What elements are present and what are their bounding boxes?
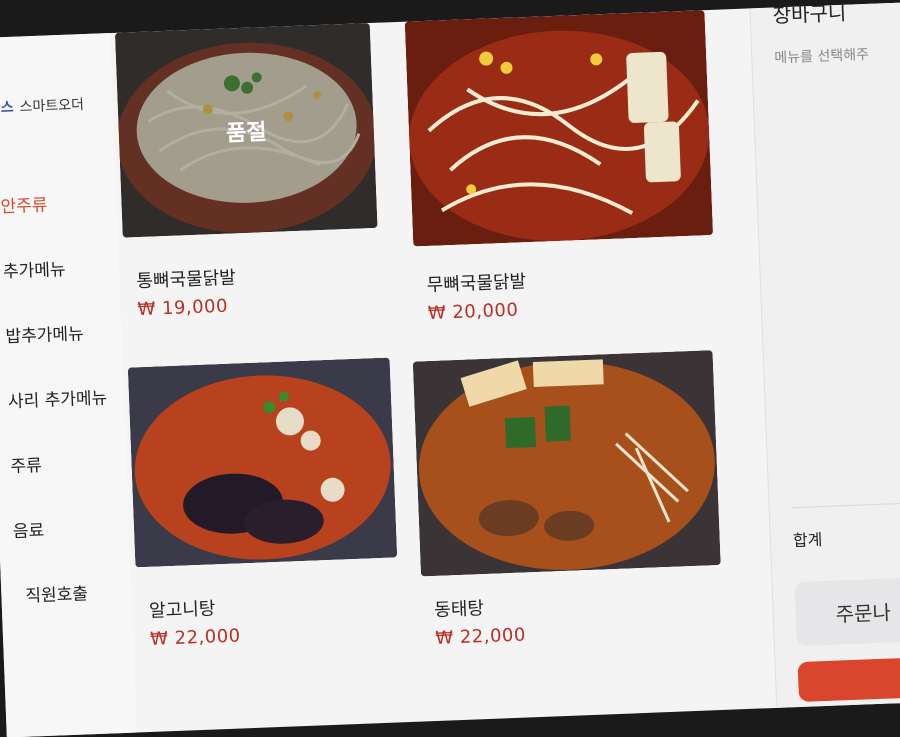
category-rice-extra[interactable]: 밥추가메뉴 [5,319,84,347]
cart-title: 장바구니 [772,0,847,28]
menu-image [127,357,398,568]
menu-price: ₩ 22,000 [149,625,242,650]
order-button-label: 주문나 [835,599,892,627]
menu-name: 동태탕 [433,598,485,621]
confirm-order-button[interactable] [797,653,900,703]
food-photo-icon [404,10,714,247]
menu-image [412,350,721,577]
menu-price: ₩ 22,000 [434,624,527,649]
order-button[interactable]: 주문나 [794,573,900,647]
category-alcohol[interactable]: 주류 [10,451,42,477]
menu-price: ₩ 20,000 [427,299,519,325]
food-photo-icon [127,357,398,568]
menu-name: 통뼈국물닭발 [136,267,237,293]
menu-card[interactable]: 품절 통뼈국물닭발 ₩ 19,000 [114,22,396,321]
category-drinks[interactable]: 음료 [12,516,45,542]
category-sidebar: 스 스마트오더 안주류 추가메뉴 밥추가메뉴 사리 추가메뉴 주류 음료 직원호출 [0,33,137,737]
kiosk-screen: 스 스마트오더 안주류 추가메뉴 밥추가메뉴 사리 추가메뉴 주류 음료 직원호출 [0,0,900,737]
cart-hint: 메뉴를 선택해주 [774,46,870,67]
brand: 스 스마트오더 [0,94,84,117]
category-sari-extra[interactable]: 사리 추가메뉴 [7,383,108,412]
menu-name: 알고니탕 [148,598,216,622]
category-call-staff[interactable]: 직원호출 [25,579,88,606]
menu-price: ₩ 19,000 [137,295,229,321]
menu-image [404,10,714,247]
menu-name: 무뼈국물닭발 [426,271,527,297]
category-anju[interactable]: 안주류 [0,191,48,218]
category-extra-menu[interactable]: 추가메뉴 [2,255,66,282]
menu-image: 품절 [114,23,378,238]
divider [791,499,900,509]
food-photo-icon [412,350,721,577]
menu-card[interactable]: 무뼈국물닭발 ₩ 20,000 [404,10,714,325]
brand-name: 스마트오더 [19,97,85,116]
menu-card[interactable]: 알고니탕 ₩ 22,000 [127,357,409,650]
menu-card[interactable]: 동태탕 ₩ 22,000 [412,350,721,649]
brand-mark: 스 [0,99,14,117]
total-label: 합계 [792,530,823,551]
cart-panel: 장바구니 메뉴를 선택해주 합계 주문나 [749,0,900,708]
soldout-overlay: 품절 [114,23,378,238]
menu-grid: 품절 통뼈국물닭발 ₩ 19,000 무뼈국물닭발 ₩ 20,000 알고니탕 … [114,9,751,732]
